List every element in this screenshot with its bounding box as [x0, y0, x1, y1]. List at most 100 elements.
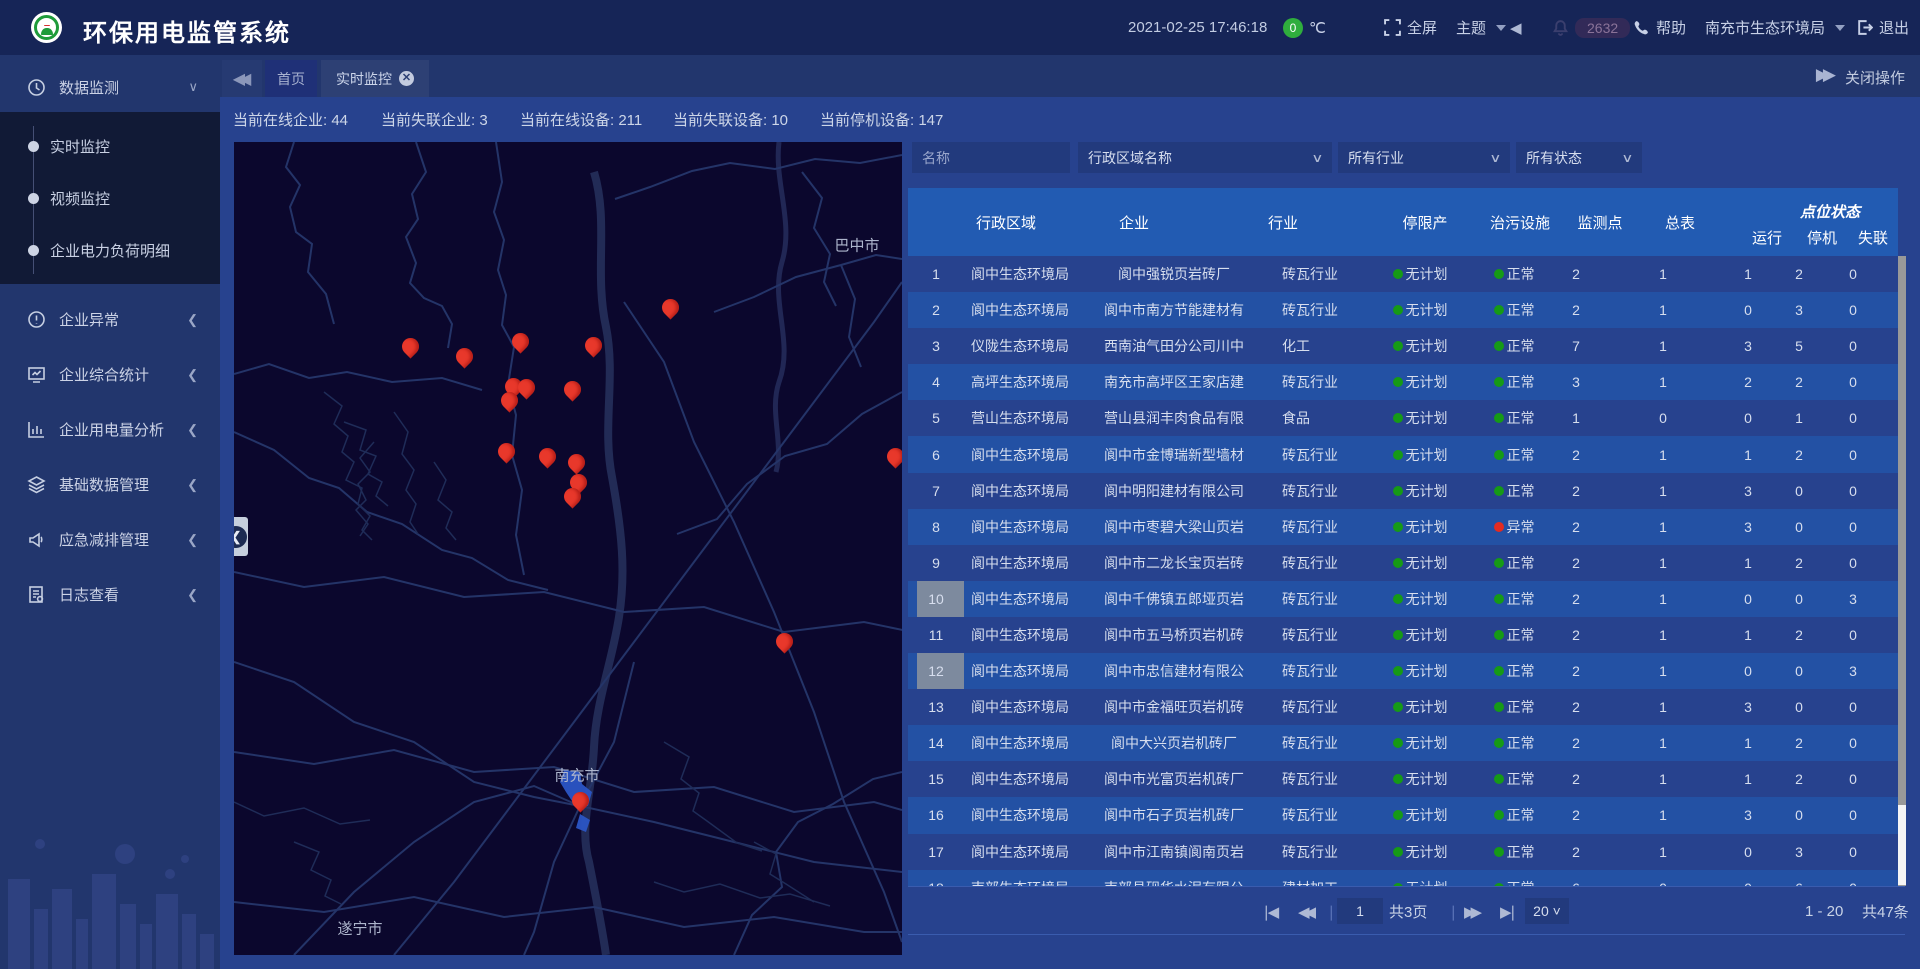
table-scrollbar-track[interactable]: [1898, 256, 1906, 886]
region-filter-value: 行政区域名称: [1088, 148, 1172, 168]
table-row[interactable]: 15阆中生态环境局阆中市光富页岩机砖厂砖瓦行业无计划正常21120: [908, 761, 1898, 797]
range-label: 1 - 20: [1805, 887, 1843, 936]
name-filter-input[interactable]: 名称: [912, 142, 1070, 173]
limit-status-dot: [1393, 847, 1403, 857]
limit-status-dot: [1393, 594, 1403, 604]
table-row[interactable]: 12阆中生态环境局阆中市忠信建材有限公砖瓦行业无计划正常21003: [908, 653, 1898, 689]
tab-realtime-monitor[interactable]: 实时监控 ✕: [321, 60, 429, 97]
cell-limit: 无计划: [1356, 509, 1484, 545]
header-datetime: 2021-02-25 17:46:18: [1128, 0, 1267, 55]
table-row[interactable]: 9阆中生态环境局阆中市二龙长宝页岩砖砖瓦行业无计划正常21120: [908, 545, 1898, 581]
table-row[interactable]: 17阆中生态环境局阆中市江南镇阆南页岩砖瓦行业无计划正常21030: [908, 834, 1898, 870]
sidebar-item-4[interactable]: 基础数据管理❮: [0, 457, 220, 512]
table-scrollbar-thumb[interactable]: [1898, 805, 1906, 885]
sidebar-item-6[interactable]: 日志查看❮: [0, 567, 220, 622]
facility-status-dot: [1494, 558, 1504, 568]
cell-limit: 无计划: [1356, 292, 1484, 328]
table-row[interactable]: 13阆中生态环境局阆中市金福旺页岩机砖砖瓦行业无计划正常21300: [908, 689, 1898, 725]
cell-run: 1: [1718, 761, 1778, 797]
page-size-select[interactable]: 20 ˅: [1525, 898, 1569, 924]
table-row[interactable]: 8阆中生态环境局阆中市枣碧大梁山页岩砖瓦行业无计划异常21300: [908, 509, 1898, 545]
cell-meters: 1: [1608, 473, 1718, 509]
chart-icon: [27, 420, 46, 439]
fullscreen-button[interactable]: 全屏: [1384, 0, 1437, 55]
sidebar-item-5[interactable]: 应急减排管理❮: [0, 512, 220, 567]
megaphone-icon: [27, 530, 46, 549]
table-row[interactable]: 18南部生态环境局南部县砚华水泥有限公建材加工无计划正常60060: [908, 870, 1898, 886]
table-row[interactable]: 11阆中生态环境局阆中市五马桥页岩机砖砖瓦行业无计划正常21120: [908, 617, 1898, 653]
table-row[interactable]: 10阆中生态环境局阆中千佛镇五郎垭页岩砖瓦行业无计划正常21003: [908, 581, 1898, 617]
mute-button[interactable]: ◀: [1510, 0, 1522, 55]
cell-limit: 无计划: [1356, 328, 1484, 364]
facility-status-dot: [1494, 630, 1504, 640]
sidebar-item-3[interactable]: 企业用电量分析❮: [0, 402, 220, 457]
cell-facility: 正常: [1484, 473, 1544, 509]
table-row[interactable]: 2阆中生态环境局阆中市南方节能建材有砖瓦行业无计划正常21030: [908, 292, 1898, 328]
cell-lost: 0: [1820, 328, 1886, 364]
cell-region: 阆中生态环境局: [964, 617, 1076, 653]
page-number-input[interactable]: 1: [1337, 898, 1383, 924]
cell-meters: 1: [1608, 725, 1718, 761]
logout-button[interactable]: 退出: [1856, 0, 1909, 55]
sidebar-subitem[interactable]: 实时监控: [0, 120, 220, 172]
table-row[interactable]: 16阆中生态环境局阆中市石子页岩机砖厂砖瓦行业无计划正常21300: [908, 797, 1898, 833]
table-row[interactable]: 5营山生态环境局营山县润丰肉食品有限食品无计划正常10010: [908, 400, 1898, 436]
status-filter-select[interactable]: 所有状态 ∨: [1516, 142, 1642, 173]
table-row[interactable]: 4高坪生态环境局南充市高坪区王家店建砖瓦行业无计划正常31220: [908, 364, 1898, 400]
facility-status-dot: [1494, 341, 1504, 351]
cell-stop: 2: [1778, 436, 1820, 472]
cell-company: 阆中市金福旺页岩机砖: [1076, 689, 1272, 725]
table-row[interactable]: 14阆中生态环境局阆中大兴页岩机砖厂砖瓦行业无计划正常21120: [908, 725, 1898, 761]
cell-company: 南充市高坪区王家店建: [1076, 364, 1272, 400]
tabs-scroll-right-icon[interactable]: ▶▶: [1816, 65, 1830, 85]
next-page-icon[interactable]: ▶▶: [1464, 887, 1477, 936]
cell-stop: 2: [1778, 761, 1820, 797]
sidebar-item-label: 数据监测: [59, 77, 119, 98]
close-operations-button[interactable]: 关闭操作: [1845, 67, 1905, 88]
cell-facility: 正常: [1484, 617, 1544, 653]
cell-index: 1: [908, 256, 964, 292]
org-menu[interactable]: 南充市生态环境局: [1705, 0, 1845, 55]
city-label: 南充市: [554, 765, 599, 786]
cell-points: 2: [1544, 256, 1608, 292]
notification-area[interactable]: 2632: [1552, 0, 1630, 55]
region-filter-select[interactable]: 行政区域名称 ∨: [1078, 142, 1332, 173]
cell-points: 2: [1544, 292, 1608, 328]
fullscreen-label: 全屏: [1407, 17, 1437, 38]
cell-region: 阆中生态环境局: [964, 473, 1076, 509]
map-area[interactable]: 巴中市南充市遂宁市 ❮: [234, 142, 902, 955]
tabs-scroll-left-icon[interactable]: ◀◀: [222, 60, 262, 97]
sidebar-collapse-button[interactable]: ❮: [234, 517, 248, 556]
sidebar-subitem[interactable]: 视频监控: [0, 172, 220, 224]
table-row[interactable]: 7阆中生态环境局阆中明阳建材有限公司砖瓦行业无计划正常21300: [908, 473, 1898, 509]
cell-lost: 0: [1820, 617, 1886, 653]
cell-index: 6: [908, 436, 964, 472]
cell-meters: 1: [1608, 328, 1718, 364]
sidebar-subitem[interactable]: 企业电力负荷明细: [0, 224, 220, 276]
cell-limit: 无计划: [1356, 617, 1484, 653]
cell-index: 18: [908, 870, 964, 886]
industry-filter-select[interactable]: 所有行业 ∨: [1338, 142, 1510, 173]
tab-home[interactable]: 首页: [265, 60, 317, 97]
cell-index: 17: [908, 834, 964, 870]
tab-close-icon[interactable]: ✕: [399, 71, 414, 86]
sidebar-item-2[interactable]: 企业综合统计❮: [0, 347, 220, 402]
table-row[interactable]: 3仪陇生态环境局西南油气田分公司川中化工无计划正常71350: [908, 328, 1898, 364]
cell-meters: 1: [1608, 581, 1718, 617]
cell-company: 营山县润丰肉食品有限: [1076, 400, 1272, 436]
stat-item-0: 当前在线企业: 44: [233, 109, 348, 130]
first-page-icon[interactable]: ❘◀: [1260, 887, 1274, 936]
table-row[interactable]: 6阆中生态环境局阆中市金博瑞新型墙材砖瓦行业无计划正常21120: [908, 436, 1898, 472]
last-page-icon[interactable]: ▶❘: [1500, 887, 1514, 936]
cell-industry: 砖瓦行业: [1272, 256, 1356, 292]
sidebar-item-0[interactable]: 数据监测∨: [0, 62, 220, 112]
stat-item-4: 当前停机设备: 147: [820, 109, 943, 130]
cell-index: 5: [908, 400, 964, 436]
help-button[interactable]: 帮助: [1633, 0, 1686, 55]
theme-button[interactable]: 主题: [1456, 0, 1506, 55]
cell-index: 10: [908, 581, 964, 617]
cell-points: 2: [1544, 761, 1608, 797]
sidebar-item-1[interactable]: 企业异常❮: [0, 292, 220, 347]
table-row[interactable]: 1阆中生态环境局阆中强锐页岩砖厂砖瓦行业无计划正常21120: [908, 256, 1898, 292]
prev-page-icon[interactable]: ◀◀: [1298, 887, 1311, 936]
